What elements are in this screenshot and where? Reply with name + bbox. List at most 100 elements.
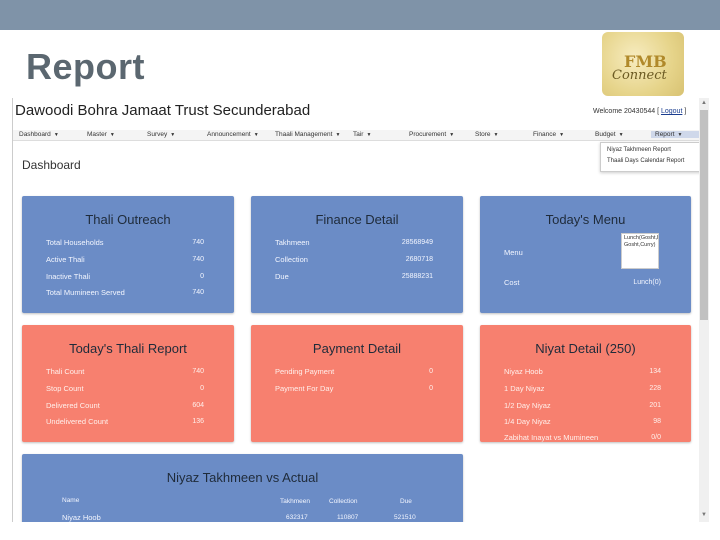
scroll-up-icon[interactable]: ▲ [701, 100, 707, 106]
column-header-takhmeen: Takhmeen [280, 498, 310, 505]
row-value: 0/0 [651, 434, 661, 441]
nav-store[interactable]: Store ▼ [475, 131, 499, 138]
slide-title: Report [26, 46, 145, 87]
row-value: 2680718 [405, 256, 433, 263]
row-label: Stop Count [46, 384, 84, 393]
card-title: Niyaz Takhmeen vs Actual [166, 470, 319, 485]
chevron-down-icon: ▼ [449, 132, 455, 138]
row-value: 0 [429, 385, 433, 392]
report-dropdown-menu: Niyaz Takhmeen Report Thaali Days Calend… [600, 142, 709, 172]
card-title: Thali Outreach [85, 212, 171, 227]
vertical-scrollbar[interactable]: ▲ ▼ [699, 98, 709, 522]
card-todays-menu: Today's Menu Menu Lunch(Gosht,Bhuna Gosh… [480, 196, 691, 313]
row-value: 0 [200, 385, 204, 392]
row-value: 25888231 [401, 273, 433, 280]
row-label: 1 Day Niyaz [504, 384, 545, 393]
nav-label: Store [475, 131, 491, 138]
row-value: 136 [192, 418, 204, 425]
row-value: 740 [192, 289, 204, 296]
card-title: Today's Menu [545, 212, 626, 227]
chevron-down-icon: ▼ [677, 132, 683, 138]
nav-label: Master [87, 131, 107, 138]
nav-label: Tair [353, 131, 364, 138]
row-label: Pending Payment [275, 367, 335, 376]
row-label: Collection [275, 255, 308, 264]
nav-procurement[interactable]: Procurement ▼ [409, 131, 454, 138]
card-niyaz-takhmeen-vs-actual: Niyaz Takhmeen vs Actual Name Takhmeen C… [22, 454, 463, 522]
table-cell-due: 521510 [394, 514, 416, 521]
row-label: Total Mumineen Served [46, 288, 125, 297]
chevron-down-icon: ▼ [109, 132, 115, 138]
menu-item-thaali-days-calendar-report[interactable]: Thaali Days Calendar Report [607, 158, 684, 164]
nav-announcement[interactable]: Announcement ▼ [207, 131, 259, 138]
row-label: 1/4 Day Niyaz [504, 417, 551, 426]
row-label: Niyaz Hoob [504, 367, 543, 376]
cost-value: Lunch(0) [633, 279, 661, 286]
cost-label: Cost [504, 278, 520, 287]
row-label: Thali Count [46, 367, 85, 376]
column-header-name: Name [62, 497, 80, 504]
nav-budget[interactable]: Budget ▼ [595, 131, 624, 138]
chevron-down-icon: ▼ [170, 132, 176, 138]
chevron-down-icon: ▼ [53, 132, 59, 138]
nav-label: Dashboard [19, 131, 51, 138]
card-title: Niyat Detail (250) [535, 341, 636, 356]
row-value: 201 [649, 402, 661, 409]
chevron-down-icon: ▼ [366, 132, 372, 138]
scrollbar-thumb[interactable] [700, 110, 708, 320]
nav-label: Announcement [207, 131, 251, 138]
logout-link[interactable]: Logout [661, 108, 682, 115]
row-value: 0 [200, 273, 204, 280]
row-label: Undelivered Count [46, 417, 109, 426]
table-cell-name: Niyaz Hoob [62, 513, 101, 522]
scroll-down-icon[interactable]: ▼ [701, 512, 707, 518]
nav-label: Thaali Management [275, 131, 333, 138]
chevron-down-icon: ▼ [559, 132, 565, 138]
card-finance-detail: Finance Detail Takhmeen 28568949 Collect… [251, 196, 463, 313]
row-value: 740 [192, 239, 204, 246]
row-label: Zabihat Inayat vs Mumineen [504, 433, 599, 442]
fmb-connect-logo: FMB Connect [602, 32, 684, 96]
row-label: Takhmeen [275, 238, 310, 247]
nav-label: Budget [595, 131, 616, 138]
row-label: Active Thali [46, 255, 85, 264]
menu-item-niyaz-takhmeen-report[interactable]: Niyaz Takhmeen Report [607, 147, 671, 153]
nav-label: Finance [533, 131, 557, 138]
nav-tair[interactable]: Tair ▼ [353, 131, 371, 138]
nav-finance[interactable]: Finance ▼ [533, 131, 564, 138]
card-payment-detail: Payment Detail Pending Payment 0 Payment… [251, 325, 463, 442]
welcome-label: Welcome 20430544 [593, 108, 656, 115]
row-value: 740 [192, 368, 204, 375]
row-value: 134 [649, 368, 661, 375]
nav-survey[interactable]: Survey ▼ [147, 131, 175, 138]
table-cell-collection: 110807 [337, 514, 359, 521]
row-label: Delivered Count [46, 401, 100, 410]
chevron-down-icon: ▼ [493, 132, 499, 138]
card-todays-thali-report: Today's Thali Report Thali Count 740 Sto… [22, 325, 234, 442]
row-value: 740 [192, 256, 204, 263]
row-label: Total Households [46, 238, 104, 247]
welcome-text: Welcome 20430544 [ Logout ] [593, 108, 687, 115]
row-label: Inactive Thali [46, 272, 91, 281]
slide-top-bar [0, 0, 720, 30]
card-title: Today's Thali Report [69, 341, 187, 356]
nav-label: Report [655, 131, 675, 138]
column-header-collection: Collection [329, 498, 358, 505]
menu-label: Menu [504, 248, 523, 257]
nav-thaali-management[interactable]: Thaali Management ▼ [275, 131, 340, 138]
nav-label: Procurement [409, 131, 447, 138]
row-value: 604 [192, 402, 204, 409]
card-niyat-detail: Niyat Detail (250) Niyaz Hoob 134 1 Day … [480, 325, 691, 442]
site-name: Dawoodi Bohra Jamaat Trust Secunderabad [15, 102, 311, 119]
row-label: 1/2 Day Niyaz [504, 401, 551, 410]
nav-master[interactable]: Master ▼ [87, 131, 115, 138]
logo-text-bottom: Connect [612, 68, 667, 83]
menu-value-box[interactable]: Lunch(Gosht,Bhuna Gosht,Curry) [621, 233, 659, 269]
nav-dashboard[interactable]: Dashboard ▼ [19, 131, 59, 138]
card-thali-outreach: Thali Outreach Total Households 740 Acti… [22, 196, 234, 313]
page-title: Dashboard [22, 158, 81, 172]
chevron-down-icon: ▼ [335, 132, 341, 138]
chevron-down-icon: ▼ [253, 132, 259, 138]
row-label: Payment For Day [275, 384, 334, 393]
row-value: 98 [653, 418, 661, 425]
